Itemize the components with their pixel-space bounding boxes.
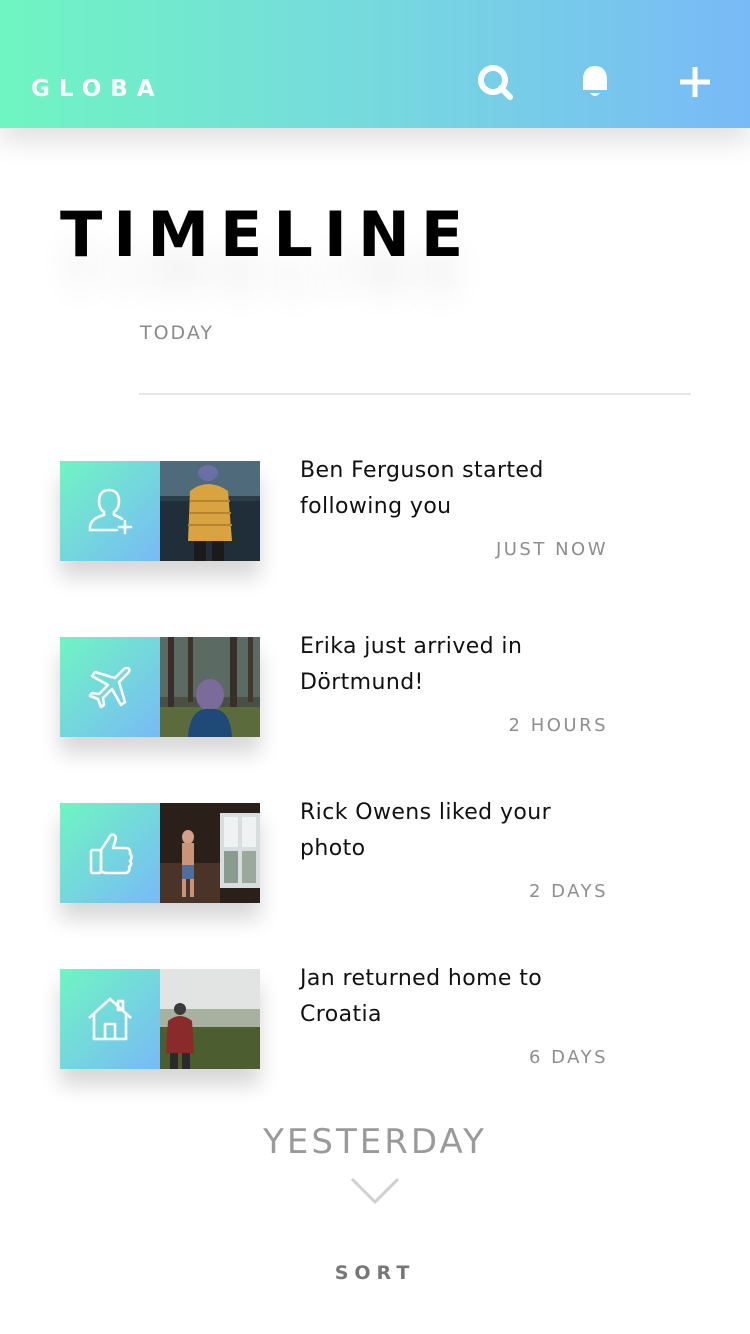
item-timestamp: 6 DAYS bbox=[528, 1047, 608, 1068]
item-thumbnail bbox=[60, 969, 260, 1069]
bell-icon[interactable] bbox=[575, 62, 615, 102]
airplane-icon bbox=[60, 637, 160, 737]
item-photo bbox=[160, 969, 260, 1069]
add-user-icon bbox=[60, 461, 160, 561]
item-message: Jan returned home to Croatia bbox=[300, 961, 600, 1033]
item-timestamp: JUST NOW bbox=[495, 539, 608, 560]
page-title: TIMELINE bbox=[60, 198, 475, 271]
item-photo bbox=[160, 637, 260, 737]
item-message: Erika just arrived in Dörtmund! bbox=[300, 629, 600, 701]
sort-button[interactable]: SORT bbox=[0, 1262, 750, 1284]
item-thumbnail bbox=[60, 803, 260, 903]
item-thumbnail bbox=[60, 637, 260, 737]
plus-icon[interactable] bbox=[675, 62, 715, 102]
message-line: Croatia bbox=[300, 1002, 382, 1027]
message-line: Erika just arrived in bbox=[300, 634, 523, 659]
list-item[interactable]: Jan returned home to Croatia 6 DAYS bbox=[60, 966, 680, 1079]
list-item[interactable]: Ben Ferguson started following you JUST … bbox=[60, 458, 680, 571]
home-icon bbox=[60, 969, 160, 1069]
item-timestamp: 2 HOURS bbox=[508, 715, 608, 736]
chevron-down-icon[interactable] bbox=[350, 1176, 400, 1206]
item-message: Ben Ferguson started following you bbox=[300, 453, 600, 525]
message-line: photo bbox=[300, 836, 366, 861]
item-timestamp: 2 DAYS bbox=[528, 881, 608, 902]
message-line: Ben Ferguson started bbox=[300, 458, 544, 483]
section-label-today: TODAY bbox=[140, 322, 214, 344]
item-thumbnail bbox=[60, 461, 260, 561]
item-message: Rick Owens liked your photo bbox=[300, 795, 600, 867]
list-item[interactable]: Rick Owens liked your photo 2 DAYS bbox=[60, 800, 680, 913]
thumbs-up-icon bbox=[60, 803, 160, 903]
message-line: Rick Owens liked your bbox=[300, 800, 552, 825]
app-header: GLOBA bbox=[0, 0, 750, 128]
section-divider bbox=[139, 393, 691, 395]
item-photo bbox=[160, 461, 260, 561]
message-line: Jan returned home to bbox=[300, 966, 543, 991]
list-item[interactable]: Erika just arrived in Dörtmund! 2 HOURS bbox=[60, 634, 680, 747]
section-toggle-yesterday[interactable]: YESTERDAY bbox=[0, 1122, 750, 1162]
message-line: following you bbox=[300, 494, 452, 519]
item-photo bbox=[160, 803, 260, 903]
message-line: Dörtmund! bbox=[300, 670, 424, 695]
search-icon[interactable] bbox=[475, 62, 515, 102]
brand-logo[interactable]: GLOBA bbox=[31, 76, 164, 102]
